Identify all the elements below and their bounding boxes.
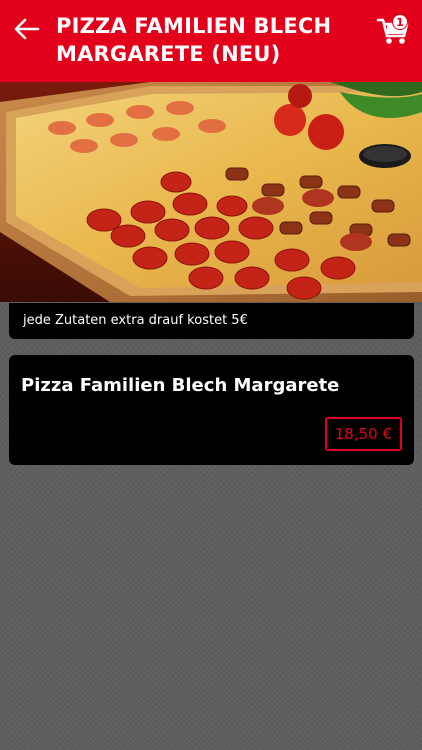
product-card[interactable]: Pizza Familien Blech Margarete 18,50 € — [9, 355, 414, 465]
cart-button[interactable]: 1 — [376, 12, 412, 46]
price-button[interactable]: 18,50 € — [324, 417, 402, 451]
product-name: Pizza Familien Blech Margarete — [21, 375, 340, 396]
app-header: PIZZA FAMILIEN BLECH MARGARETE (NEU) 1 — [0, 0, 422, 82]
arrow-left-icon — [14, 18, 40, 40]
extra-toppings-note: jede Zutaten extra drauf kostet 5€ — [23, 313, 248, 328]
hero-image — [0, 82, 422, 302]
cart-count-badge: 1 — [392, 14, 408, 30]
info-bar: jede Zutaten extra drauf kostet 5€ — [9, 303, 414, 339]
pizza-image — [0, 82, 422, 302]
back-button[interactable] — [12, 16, 42, 42]
page-title: PIZZA FAMILIEN BLECH MARGARETE (NEU) — [56, 14, 332, 66]
